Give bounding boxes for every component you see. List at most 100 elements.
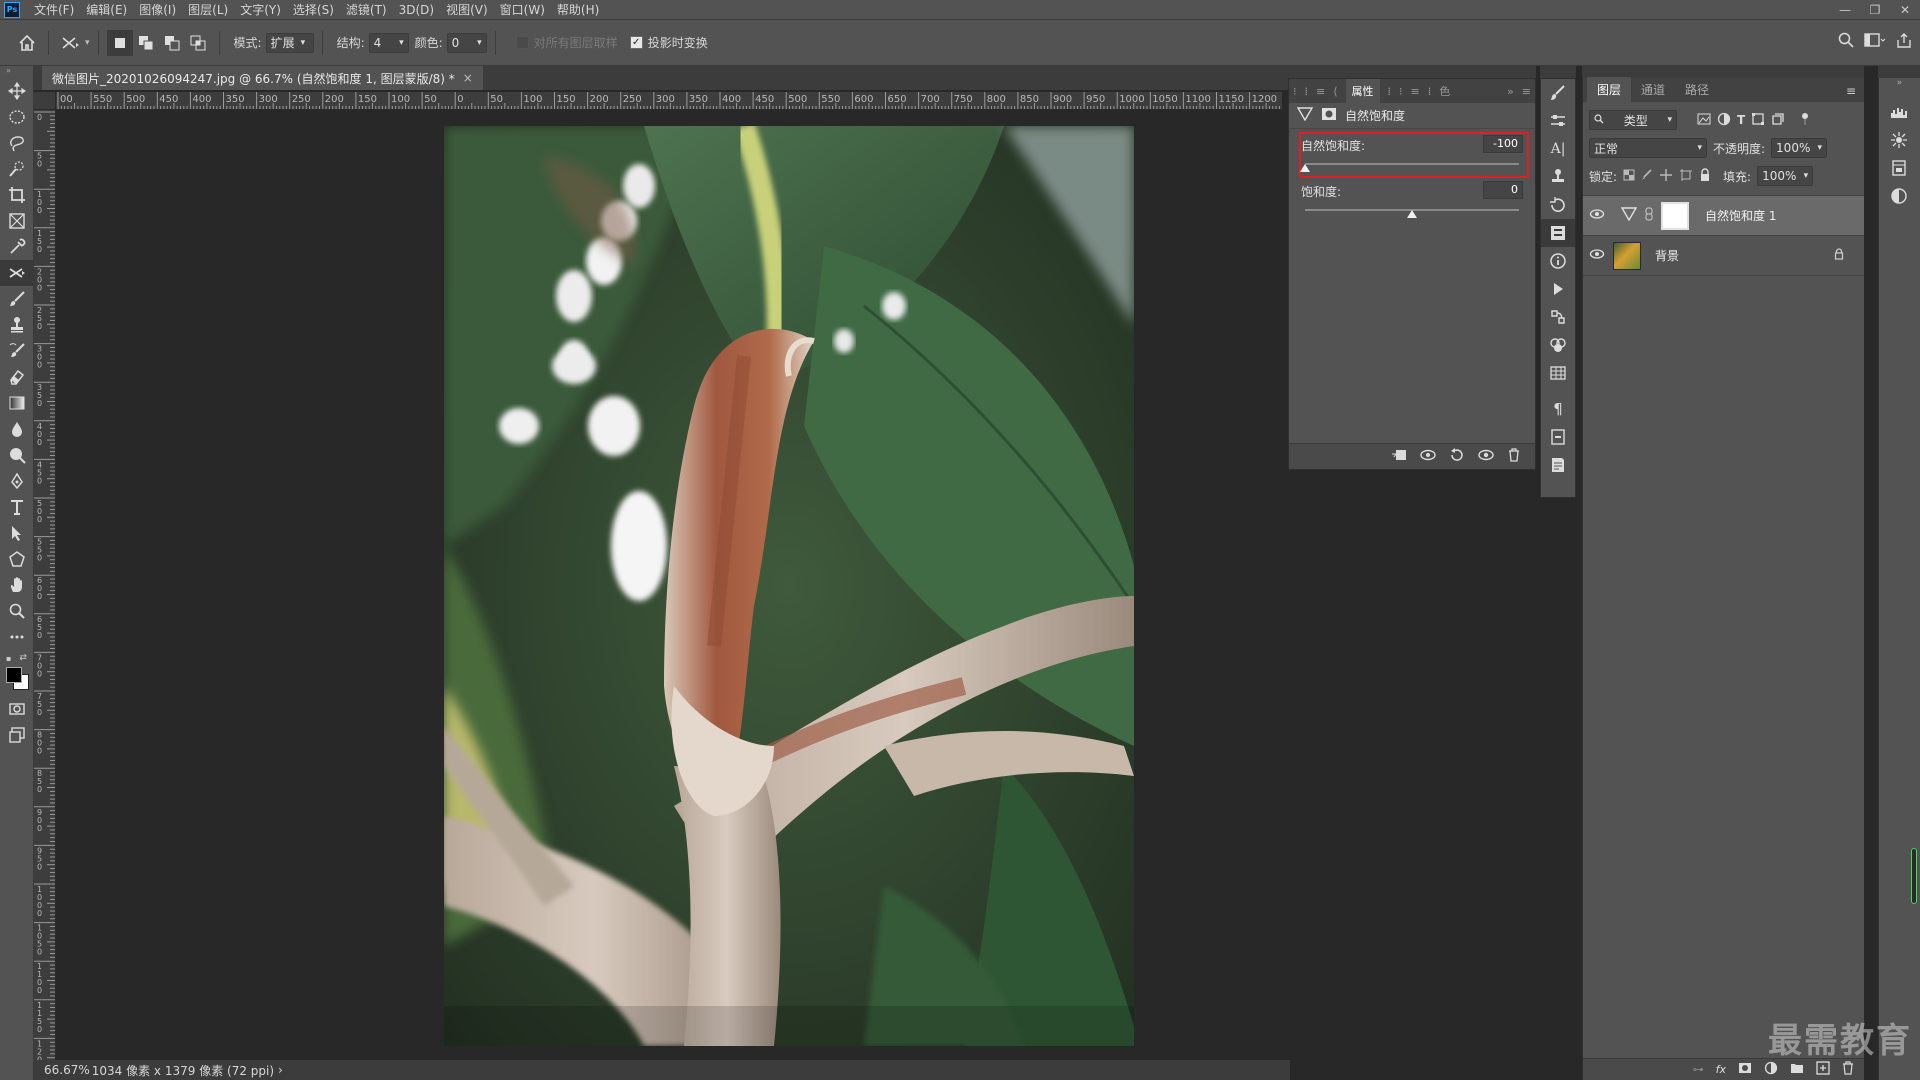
tab-layers[interactable]: 图层 xyxy=(1587,77,1632,102)
blur-tool-icon[interactable] xyxy=(0,416,34,442)
lock-icon[interactable] xyxy=(1834,248,1844,263)
opacity-input[interactable]: 100% ▾ xyxy=(1771,138,1828,158)
restore-button[interactable]: ❐ xyxy=(1860,0,1890,20)
default-colors-icon[interactable]: ▪ xyxy=(6,654,11,663)
quick-mask-icon[interactable] xyxy=(0,696,34,722)
history-brush-tool-icon[interactable] xyxy=(0,338,34,364)
marquee-tool-icon[interactable] xyxy=(0,104,34,130)
panel-tab-icon[interactable]: ⁞ xyxy=(1305,85,1309,98)
lock-transparent-icon[interactable] xyxy=(1623,169,1635,184)
menu-view[interactable]: 视图(V) xyxy=(440,0,494,20)
share-icon[interactable] xyxy=(1896,32,1912,51)
lock-all-icon[interactable] xyxy=(1699,167,1711,185)
foreground-color-swatch[interactable] xyxy=(6,667,22,683)
panel-tab-icon[interactable]: ≡ xyxy=(1411,85,1420,98)
workspace-icon[interactable] xyxy=(1864,32,1886,51)
notes-icon[interactable] xyxy=(1541,451,1575,479)
menu-filter[interactable]: 滤镜(T) xyxy=(340,0,393,20)
frame-tool-icon[interactable] xyxy=(0,208,34,234)
subtract-selection-icon[interactable] xyxy=(159,30,185,56)
menu-window[interactable]: 窗口(W) xyxy=(494,0,551,20)
view-previous-icon[interactable] xyxy=(1419,448,1437,465)
panel-tab-icon[interactable]: ⁞ xyxy=(1428,85,1432,98)
home-icon[interactable] xyxy=(14,30,40,56)
filter-smart-object-icon[interactable] xyxy=(1771,112,1785,129)
eyedropper-tool-icon[interactable] xyxy=(0,234,34,260)
add-selection-icon[interactable] xyxy=(133,30,159,56)
zoom-level[interactable]: 66.67% xyxy=(44,1063,90,1077)
filter-adjustment-icon[interactable] xyxy=(1717,112,1731,129)
photo-plant-bud[interactable] xyxy=(444,126,1134,1046)
layer-mask-thumbnail[interactable] xyxy=(1661,201,1689,230)
panel-tab-icon[interactable]: ⟨ xyxy=(1333,85,1337,98)
glyphs-icon[interactable] xyxy=(1541,423,1575,451)
tab-paths[interactable]: 路径 xyxy=(1675,77,1719,102)
trash-icon[interactable] xyxy=(1507,448,1521,465)
crop-tool-icon[interactable] xyxy=(0,182,34,208)
new-selection-icon[interactable] xyxy=(106,29,133,56)
tab-color[interactable]: 色 xyxy=(1439,83,1450,99)
menu-select[interactable]: 选择(S) xyxy=(287,0,340,20)
expand-icon[interactable]: » xyxy=(1507,85,1514,98)
close-window-button[interactable]: ✕ xyxy=(1890,0,1920,20)
visibility-eye-icon[interactable] xyxy=(1589,248,1605,263)
hand-tool-icon[interactable] xyxy=(0,572,34,598)
visibility-eye-icon[interactable] xyxy=(1589,208,1605,223)
panel-tab-icon[interactable]: ⁝ xyxy=(1293,85,1297,98)
layer-name[interactable]: 自然饱和度 1 xyxy=(1705,207,1776,224)
move-tool-icon[interactable] xyxy=(0,78,34,104)
intersect-selection-icon[interactable] xyxy=(185,30,211,56)
swap-colors-icon[interactable]: ⇄ xyxy=(19,653,27,663)
menu-file[interactable]: 文件(F) xyxy=(28,0,80,20)
status-menu-arrow-icon[interactable]: › xyxy=(278,1063,283,1077)
properties-panel-icon[interactable] xyxy=(1541,219,1575,247)
minimize-button[interactable]: — xyxy=(1830,0,1860,20)
clip-to-layer-icon[interactable] xyxy=(1391,448,1407,465)
panel-tab-icon[interactable]: ⁝ xyxy=(1399,85,1403,98)
layer-row-vibrance[interactable]: 自然饱和度 1 xyxy=(1583,196,1864,236)
clone-source-icon[interactable] xyxy=(1541,163,1575,191)
paths-icon[interactable] xyxy=(1541,303,1575,331)
menu-type[interactable]: 文字(Y) xyxy=(234,0,287,20)
type-tool-icon[interactable] xyxy=(0,494,34,520)
histogram-icon[interactable] xyxy=(1879,98,1919,126)
layer-mask-icon[interactable] xyxy=(1321,107,1337,124)
close-tab-icon[interactable]: × xyxy=(463,71,473,85)
document-canvas[interactable] xyxy=(56,110,1282,1060)
scrollbar-indicator[interactable] xyxy=(1911,848,1917,904)
layer-thumbnail[interactable] xyxy=(1613,241,1641,270)
filter-type-icon[interactable]: T xyxy=(1737,113,1745,127)
color-select[interactable]: 0 ▾ xyxy=(446,32,487,53)
color-icon[interactable] xyxy=(1879,182,1919,210)
collapse-icon[interactable]: » xyxy=(0,66,33,78)
fill-input[interactable]: 100% ▾ xyxy=(1757,166,1814,186)
vibrance-slider-thumb[interactable] xyxy=(1300,164,1310,172)
filter-toggle-icon[interactable] xyxy=(1799,112,1811,129)
trash-icon[interactable] xyxy=(1842,1061,1854,1078)
document-tab[interactable]: 微信图片_20201026094247.jpg @ 66.7% (自然饱和度 1… xyxy=(42,66,483,90)
gradient-tool-icon[interactable] xyxy=(0,390,34,416)
info-icon[interactable] xyxy=(1541,247,1575,275)
tab-properties[interactable]: 属性 xyxy=(1345,79,1380,103)
brush-tool-icon[interactable] xyxy=(0,286,34,312)
panel-menu-icon[interactable]: ≡ xyxy=(1522,85,1531,98)
panel-tab-icon[interactable]: ≡ xyxy=(1316,85,1325,98)
transform-on-drop-checkbox[interactable]: ✓ 投影时变换 xyxy=(629,34,708,51)
lock-position-icon[interactable] xyxy=(1659,168,1673,185)
link-icon[interactable]: ⊶ xyxy=(1693,1063,1704,1076)
eraser-tool-icon[interactable] xyxy=(0,364,34,390)
table-swatches-icon[interactable] xyxy=(1541,359,1575,387)
right-strip-grip[interactable] xyxy=(1878,66,1920,78)
search-icon[interactable] xyxy=(1838,32,1854,51)
adjustment-icon[interactable] xyxy=(1764,1061,1778,1078)
vertical-ruler[interactable]: 0501001502002503003504004505005506006507… xyxy=(34,92,56,1060)
reset-icon[interactable] xyxy=(1449,448,1465,465)
properties-panel-grip[interactable] xyxy=(1288,66,1536,78)
new-layer-icon[interactable] xyxy=(1816,1061,1830,1078)
horizontal-ruler[interactable]: 00 550 500 450 400 350 300 250 200 150 100 50 0 50 100… xyxy=(56,92,1282,110)
panel-menu-icon[interactable]: ≡ xyxy=(1838,80,1864,102)
history-icon[interactable] xyxy=(1541,191,1575,219)
adjustments-sliders-icon[interactable] xyxy=(1541,107,1575,135)
sample-all-layers-checkbox[interactable]: 对所有图层取样 xyxy=(515,34,618,51)
libraries-icon[interactable] xyxy=(1879,154,1919,182)
